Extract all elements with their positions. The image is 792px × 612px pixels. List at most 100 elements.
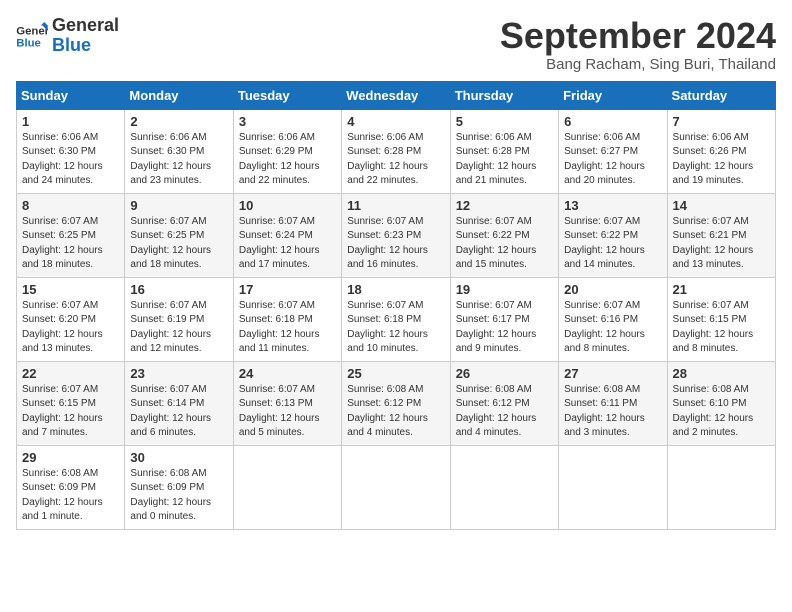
day-number: 19 xyxy=(456,282,553,297)
day-number: 5 xyxy=(456,114,553,129)
calendar-table: SundayMondayTuesdayWednesdayThursdayFrid… xyxy=(16,81,776,530)
calendar-cell: 1Sunrise: 6:06 AMSunset: 6:30 PMDaylight… xyxy=(17,109,125,193)
calendar-title: September 2024 xyxy=(500,16,776,56)
calendar-cell: 3Sunrise: 6:06 AMSunset: 6:29 PMDaylight… xyxy=(233,109,341,193)
day-info: Sunrise: 6:07 AMSunset: 6:14 PMDaylight:… xyxy=(130,383,227,441)
day-number: 15 xyxy=(22,282,119,297)
calendar-cell: 16 Sunrise: 6:07 AMSunset: 6:19 PMDayligh… xyxy=(125,277,233,361)
calendar-cell xyxy=(667,445,775,529)
day-number: 13 xyxy=(564,198,661,213)
calendar-cell: 6Sunrise: 6:06 AMSunset: 6:27 PMDaylight… xyxy=(559,109,667,193)
calendar-cell: 12 Sunrise: 6:07 AMSunset: 6:22 PMDayligh… xyxy=(450,193,558,277)
page-header: General Blue General Blue September 2024… xyxy=(16,16,776,73)
calendar-cell xyxy=(559,445,667,529)
day-info: Sunrise: 6:07 AMSunset: 6:13 PMDaylight:… xyxy=(239,383,336,441)
day-number: 18 xyxy=(347,282,444,297)
day-info: Sunrise: 6:07 AMSunset: 6:25 PMDaylight:… xyxy=(130,215,227,273)
day-info: Sunrise: 6:07 AMSunset: 6:15 PMDaylight:… xyxy=(22,383,119,441)
day-number: 24 xyxy=(239,366,336,381)
calendar-cell: 10 Sunrise: 6:07 AMSunset: 6:24 PMDayligh… xyxy=(233,193,341,277)
day-number: 23 xyxy=(130,366,227,381)
calendar-cell: 22 Sunrise: 6:07 AMSunset: 6:15 PMDayligh… xyxy=(17,361,125,445)
day-info: Sunrise: 6:07 AMSunset: 6:16 PMDaylight:… xyxy=(564,299,661,357)
day-info: Sunrise: 6:06 AMSunset: 6:29 PMDaylight:… xyxy=(239,131,336,189)
logo-general: General xyxy=(52,16,119,36)
calendar-cell: 26Sunrise: 6:08 AMSunset: 6:12 PMDayligh… xyxy=(450,361,558,445)
day-info: Sunrise: 6:07 AMSunset: 6:21 PMDaylight:… xyxy=(673,215,770,273)
day-number: 4 xyxy=(347,114,444,129)
day-info: Sunrise: 6:07 AMSunset: 6:20 PMDaylight:… xyxy=(22,299,119,357)
day-number: 16 xyxy=(130,282,227,297)
calendar-week-3: 15 Sunrise: 6:07 AMSunset: 6:20 PMDayligh… xyxy=(17,277,776,361)
day-info: Sunrise: 6:08 AMSunset: 6:09 PMDaylight:… xyxy=(22,467,119,525)
day-number: 28 xyxy=(673,366,770,381)
day-number: 7 xyxy=(673,114,770,129)
calendar-cell: 21Sunrise: 6:07 AMSunset: 6:15 PMDayligh… xyxy=(667,277,775,361)
calendar-cell: 7 Sunrise: 6:06 AMSunset: 6:26 PMDaylight… xyxy=(667,109,775,193)
calendar-cell: 29 Sunrise: 6:08 AMSunset: 6:09 PMDayligh… xyxy=(17,445,125,529)
day-header-sunday: Sunday xyxy=(17,81,125,109)
calendar-cell: 23 Sunrise: 6:07 AMSunset: 6:14 PMDayligh… xyxy=(125,361,233,445)
day-number: 29 xyxy=(22,450,119,465)
day-info: Sunrise: 6:07 AMSunset: 6:18 PMDaylight:… xyxy=(239,299,336,357)
day-of-week-header: SundayMondayTuesdayWednesdayThursdayFrid… xyxy=(17,81,776,109)
calendar-cell: 17 Sunrise: 6:07 AMSunset: 6:18 PMDayligh… xyxy=(233,277,341,361)
day-info: Sunrise: 6:07 AMSunset: 6:25 PMDaylight:… xyxy=(22,215,119,273)
day-number: 9 xyxy=(130,198,227,213)
day-header-friday: Friday xyxy=(559,81,667,109)
calendar-cell xyxy=(342,445,450,529)
logo-icon: General Blue xyxy=(16,22,48,50)
day-info: Sunrise: 6:08 AMSunset: 6:10 PMDaylight:… xyxy=(673,383,770,441)
day-info: Sunrise: 6:07 AMSunset: 6:22 PMDaylight:… xyxy=(456,215,553,273)
calendar-cell: 14 Sunrise: 6:07 AMSunset: 6:21 PMDayligh… xyxy=(667,193,775,277)
calendar-cell: 4Sunrise: 6:06 AMSunset: 6:28 PMDaylight… xyxy=(342,109,450,193)
day-info: Sunrise: 6:08 AMSunset: 6:09 PMDaylight:… xyxy=(130,467,227,525)
day-info: Sunrise: 6:08 AMSunset: 6:12 PMDaylight:… xyxy=(456,383,553,441)
day-info: Sunrise: 6:06 AMSunset: 6:30 PMDaylight:… xyxy=(130,131,227,189)
day-header-wednesday: Wednesday xyxy=(342,81,450,109)
day-info: Sunrise: 6:07 AMSunset: 6:19 PMDaylight:… xyxy=(130,299,227,357)
day-number: 10 xyxy=(239,198,336,213)
logo: General Blue General Blue xyxy=(16,16,119,56)
day-number: 11 xyxy=(347,198,444,213)
day-number: 17 xyxy=(239,282,336,297)
day-number: 6 xyxy=(564,114,661,129)
day-info: Sunrise: 6:06 AMSunset: 6:28 PMDaylight:… xyxy=(456,131,553,189)
day-info: Sunrise: 6:06 AMSunset: 6:26 PMDaylight:… xyxy=(673,131,770,189)
day-header-monday: Monday xyxy=(125,81,233,109)
day-number: 25 xyxy=(347,366,444,381)
calendar-cell: 30 Sunrise: 6:08 AMSunset: 6:09 PMDayligh… xyxy=(125,445,233,529)
day-number: 1 xyxy=(22,114,119,129)
day-number: 14 xyxy=(673,198,770,213)
calendar-week-4: 22 Sunrise: 6:07 AMSunset: 6:15 PMDayligh… xyxy=(17,361,776,445)
svg-text:General: General xyxy=(16,25,48,37)
day-number: 20 xyxy=(564,282,661,297)
calendar-cell: 27Sunrise: 6:08 AMSunset: 6:11 PMDayligh… xyxy=(559,361,667,445)
calendar-week-5: 29 Sunrise: 6:08 AMSunset: 6:09 PMDayligh… xyxy=(17,445,776,529)
calendar-week-1: 1 Sunrise: 6:06 AMSunset: 6:30 PMDaylight… xyxy=(17,109,776,193)
day-header-tuesday: Tuesday xyxy=(233,81,341,109)
calendar-week-2: 8Sunrise: 6:07 AMSunset: 6:25 PMDaylight… xyxy=(17,193,776,277)
day-number: 27 xyxy=(564,366,661,381)
day-info: Sunrise: 6:07 AMSunset: 6:17 PMDaylight:… xyxy=(456,299,553,357)
day-header-saturday: Saturday xyxy=(667,81,775,109)
calendar-cell: 28 Sunrise: 6:08 AMSunset: 6:10 PMDayligh… xyxy=(667,361,775,445)
day-info: Sunrise: 6:07 AMSunset: 6:24 PMDaylight:… xyxy=(239,215,336,273)
calendar-cell: 15 Sunrise: 6:07 AMSunset: 6:20 PMDayligh… xyxy=(17,277,125,361)
calendar-cell: 2Sunrise: 6:06 AMSunset: 6:30 PMDaylight… xyxy=(125,109,233,193)
calendar-cell: 11Sunrise: 6:07 AMSunset: 6:23 PMDayligh… xyxy=(342,193,450,277)
day-info: Sunrise: 6:08 AMSunset: 6:12 PMDaylight:… xyxy=(347,383,444,441)
day-info: Sunrise: 6:07 AMSunset: 6:18 PMDaylight:… xyxy=(347,299,444,357)
calendar-cell: 20 Sunrise: 6:07 AMSunset: 6:16 PMDayligh… xyxy=(559,277,667,361)
calendar-cell xyxy=(233,445,341,529)
day-number: 22 xyxy=(22,366,119,381)
day-info: Sunrise: 6:07 AMSunset: 6:15 PMDaylight:… xyxy=(673,299,770,357)
day-number: 30 xyxy=(130,450,227,465)
day-header-thursday: Thursday xyxy=(450,81,558,109)
calendar-cell: 5 Sunrise: 6:06 AMSunset: 6:28 PMDaylight… xyxy=(450,109,558,193)
day-number: 12 xyxy=(456,198,553,213)
logo-blue: Blue xyxy=(52,36,119,56)
calendar-cell xyxy=(450,445,558,529)
calendar-body: 1 Sunrise: 6:06 AMSunset: 6:30 PMDaylight… xyxy=(17,109,776,529)
svg-text:Blue: Blue xyxy=(16,37,41,49)
